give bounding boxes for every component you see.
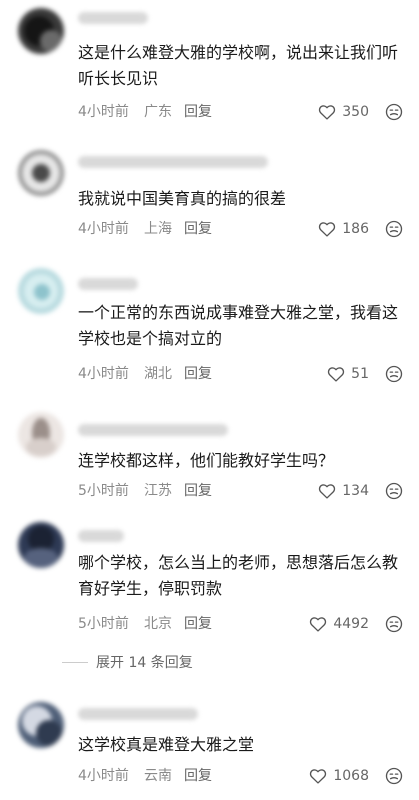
reply-button[interactable]: 回复 — [184, 766, 212, 786]
reply-button[interactable]: 回复 — [184, 481, 212, 501]
comment-time: 4小时前 — [78, 366, 129, 382]
like-button[interactable]: 1068 — [309, 766, 369, 786]
like-button[interactable]: 51 — [327, 364, 369, 384]
comment-meta: 4小时前 云南 回复 1068 — [78, 766, 403, 786]
like-count: 350 — [342, 104, 369, 120]
like-count: 51 — [351, 366, 369, 382]
comment-location: 湖北 — [144, 366, 172, 382]
avatar[interactable] — [18, 412, 64, 458]
comment-meta: 5小时前 北京 回复 4492 — [78, 614, 403, 634]
like-button[interactable]: 4492 — [309, 614, 369, 634]
username-blurred[interactable] — [78, 12, 148, 24]
like-button[interactable]: 134 — [318, 481, 369, 501]
dislike-face-icon — [385, 103, 403, 121]
username-blurred[interactable] — [78, 708, 198, 720]
like-button[interactable]: 186 — [318, 219, 369, 239]
reply-button[interactable]: 回复 — [184, 614, 212, 634]
comment-time: 4小时前 — [78, 768, 129, 784]
heart-outline-icon — [310, 617, 327, 632]
dislike-face-icon — [385, 615, 403, 633]
like-count: 4492 — [333, 616, 369, 632]
comment-location: 江苏 — [144, 483, 172, 499]
avatar[interactable] — [18, 702, 64, 748]
comment-time: 4小时前 — [78, 104, 129, 120]
dislike-face-icon — [385, 365, 403, 383]
comment-location: 广东 — [144, 104, 172, 120]
like-count: 134 — [342, 483, 369, 499]
comment-location: 云南 — [144, 768, 172, 784]
heart-outline-icon — [310, 769, 327, 784]
like-count: 1068 — [333, 768, 369, 784]
comment-meta: 4小时前 上海 回复 186 — [78, 219, 403, 239]
dislike-button[interactable] — [385, 482, 403, 500]
dislike-face-icon — [385, 482, 403, 500]
username-blurred[interactable] — [78, 424, 228, 436]
comment-meta: 5小时前 江苏 回复 134 — [78, 481, 403, 501]
heart-outline-icon — [328, 367, 345, 382]
avatar[interactable] — [18, 522, 64, 568]
expand-divider-line — [62, 661, 88, 663]
expand-replies-button[interactable]: 展开 14 条回复 — [62, 652, 193, 672]
comment-text: 连学校都这样，他们能教好学生吗？ — [78, 451, 335, 470]
dislike-button[interactable] — [385, 615, 403, 633]
comment-text: 我就说中国美育真的搞的很差 — [78, 189, 287, 208]
username-blurred[interactable] — [78, 278, 138, 290]
heart-outline-icon — [319, 222, 336, 237]
comment-time: 5小时前 — [78, 616, 129, 632]
avatar[interactable] — [18, 268, 64, 314]
dislike-button[interactable] — [385, 103, 403, 121]
comment-time: 4小时前 — [78, 221, 129, 237]
dislike-button[interactable] — [385, 220, 403, 238]
heart-outline-icon — [319, 105, 336, 120]
heart-outline-icon — [319, 484, 336, 499]
like-count: 186 — [342, 221, 369, 237]
comment-location: 上海 — [144, 221, 172, 237]
comment-location: 北京 — [144, 616, 172, 632]
comment-text: 这是什么难登大雅的学校啊，说出来让我们听听长长见识 — [78, 43, 399, 88]
avatar[interactable] — [18, 150, 64, 196]
reply-button[interactable]: 回复 — [184, 219, 212, 239]
dislike-button[interactable] — [385, 767, 403, 785]
avatar[interactable] — [18, 8, 64, 54]
comment-meta: 4小时前 湖北 回复 51 — [78, 364, 403, 384]
dislike-button[interactable] — [385, 365, 403, 383]
like-button[interactable]: 350 — [318, 102, 369, 122]
dislike-face-icon — [385, 220, 403, 238]
username-blurred[interactable] — [78, 156, 268, 168]
reply-button[interactable]: 回复 — [184, 364, 212, 384]
comment-meta: 4小时前 广东 回复 350 — [78, 102, 403, 122]
comment-text: 哪个学校，怎么当上的老师，思想落后怎么教育好学生，停职罚款 — [78, 553, 399, 598]
reply-button[interactable]: 回复 — [184, 102, 212, 122]
comment-text: 一个正常的东西说成事难登大雅之堂，我看这学校也是个搞对立的 — [78, 303, 399, 348]
expand-replies-label: 展开 14 条回复 — [96, 655, 193, 671]
username-blurred[interactable] — [78, 530, 124, 542]
dislike-face-icon — [385, 767, 403, 785]
comment-time: 5小时前 — [78, 483, 129, 499]
comment-text: 这学校真是难登大雅之堂 — [78, 735, 255, 754]
